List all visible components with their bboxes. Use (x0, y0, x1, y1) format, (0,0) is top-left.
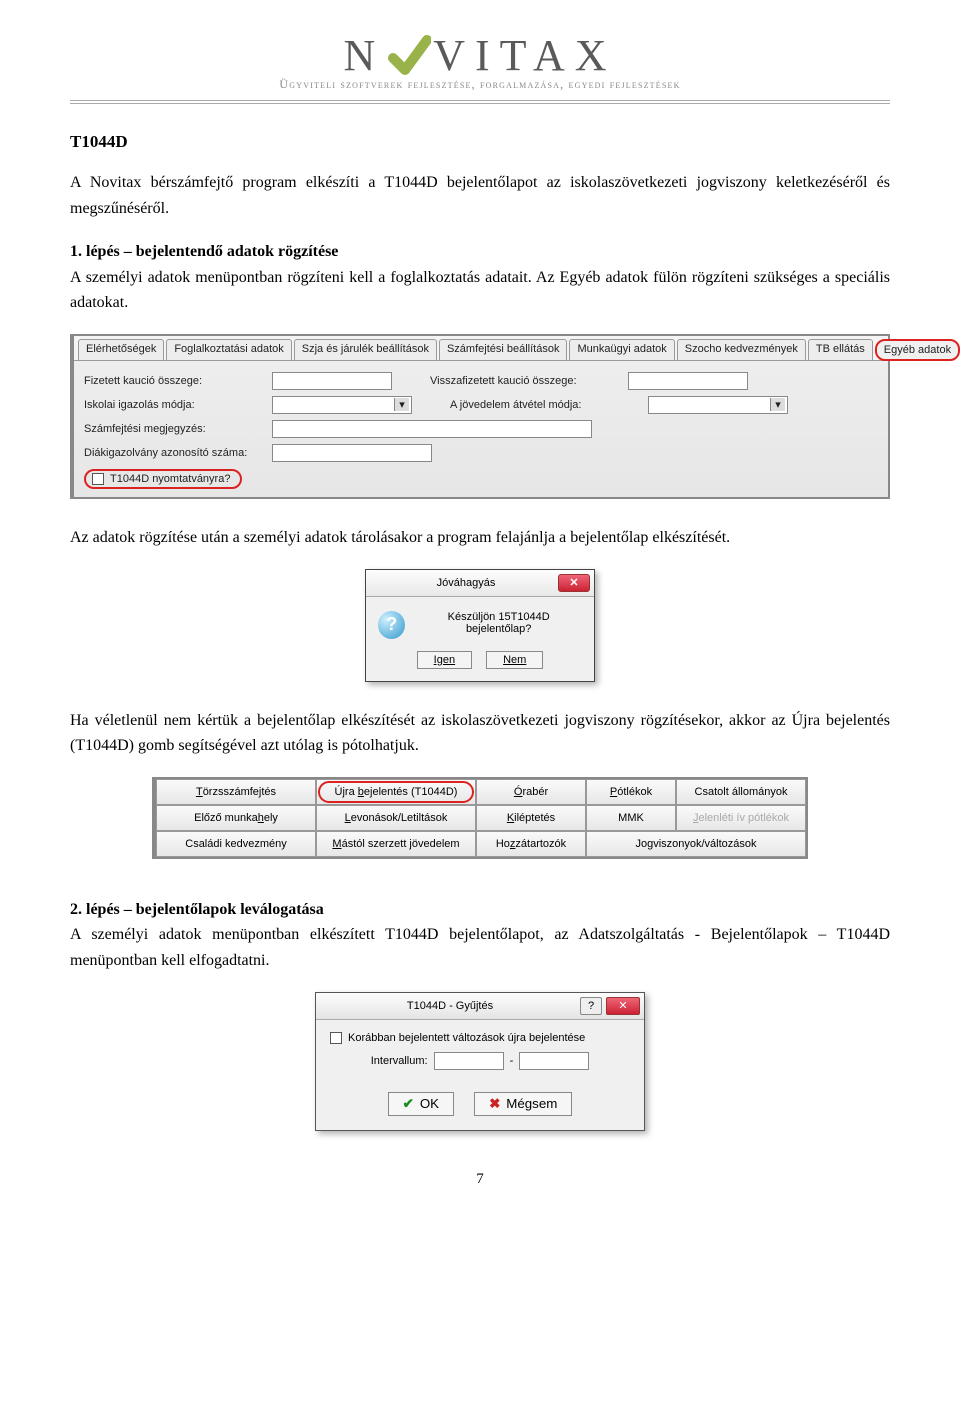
tab-panel-body: Fizetett kaució összege: Visszafizetett … (74, 361, 888, 497)
step-2: 2. lépés – bejelentőlapok leválogatása A… (70, 897, 890, 974)
btn-kileptetes[interactable]: Kiléptetés (476, 805, 586, 831)
label-diakigazolvany: Diákigazolvány azonosító száma: (84, 447, 264, 459)
brand-text-right: VITAX (433, 30, 616, 81)
interval-from-input[interactable] (434, 1052, 504, 1070)
btn-csaladi-kedvezmeny[interactable]: Családi kedvezmény (156, 831, 316, 857)
label-visszafizetett-kaucio: Visszafizetett kaució összege: (430, 375, 620, 387)
checkbox-korabban[interactable] (330, 1032, 342, 1044)
page-header: N VITAX Ügyviteli szoftverek fejlesztése… (70, 30, 890, 92)
interval-separator: - (510, 1055, 514, 1067)
interval-label: Intervallum: (371, 1055, 428, 1067)
step-1: 1. lépés – bejelentendő adatok rögzítése… (70, 239, 890, 316)
btn-mmk[interactable]: MMK (586, 805, 676, 831)
btn-oraber[interactable]: Órabér (476, 779, 586, 805)
btn-elozo-munkahely[interactable]: Előző munkahely (156, 805, 316, 831)
tab-strip: Elérhetőségek Foglalkoztatási adatok Szj… (74, 336, 888, 361)
paragraph-2: Az adatok rögzítése után a személyi adat… (70, 525, 890, 551)
question-icon: ? (378, 611, 405, 639)
header-rule (70, 100, 890, 104)
close-icon[interactable]: ✕ (558, 574, 590, 592)
brand-logo: N VITAX (343, 30, 616, 81)
step-1-title: 1. lépés – bejelentendő adatok rögzítése (70, 243, 338, 260)
check-icon: ✔ (403, 1096, 414, 1112)
ok-button[interactable]: ✔OK (388, 1092, 454, 1116)
checkmark-icon (387, 34, 431, 78)
section-heading: T1044D (70, 132, 890, 152)
tab-munkaugyi[interactable]: Munkaügyi adatok (569, 339, 674, 360)
button-grid: Törzsszámfejtés Újra bejelentés (T1044D)… (152, 777, 808, 859)
label-iskolai-igazolas: Iskolai igazolás módja: (84, 399, 264, 411)
tab-szamfejtesi[interactable]: Számfejtési beállítások (439, 339, 568, 360)
screenshot-tab-panel: Elérhetőségek Foglalkoztatási adatok Szj… (70, 334, 890, 499)
btn-csatolt-allomanyok[interactable]: Csatolt állományok (676, 779, 806, 805)
close-icon[interactable]: ✕ (606, 997, 640, 1015)
combo-iskolai-igazolas[interactable] (272, 396, 412, 414)
brand-text-left: N (343, 30, 385, 81)
interval-to-input[interactable] (519, 1052, 589, 1070)
dialog2-titlebar: T1044D - Gyűjtés ? ✕ (316, 993, 644, 1020)
checkbox-korabban-label: Korábban bejelentett változások újra bej… (348, 1032, 585, 1044)
step-1-text: A személyi adatok menüpontban rögzíteni … (70, 269, 890, 312)
btn-mastol-szerzett[interactable]: Mástól szerzett jövedelem (316, 831, 476, 857)
cancel-button[interactable]: ✖Mégsem (474, 1092, 572, 1116)
btn-hozzatartozok[interactable]: Hozzátartozók (476, 831, 586, 857)
tab-elerhetosegek[interactable]: Elérhetőségek (78, 339, 164, 360)
paragraph-3: Ha véletlenül nem kértük a bejelentőlap … (70, 708, 890, 759)
x-icon: ✖ (489, 1096, 500, 1112)
dialog-gyujtes: T1044D - Gyűjtés ? ✕ Korábban bejelentet… (315, 992, 645, 1131)
input-fizetett-kaucio[interactable] (272, 372, 392, 390)
checkbox-korabban-wrap[interactable]: Korábban bejelentett változások újra bej… (330, 1032, 630, 1044)
dialog-titlebar: Jóváhagyás ✕ (366, 570, 594, 597)
combo-jovedelem-atvetel[interactable] (648, 396, 788, 414)
label-fizetett-kaucio: Fizetett kaució összege: (84, 375, 264, 387)
checkbox-t1044d-label: T1044D nyomtatványra? (110, 473, 230, 485)
tab-szocho[interactable]: Szocho kedvezmények (677, 339, 806, 360)
btn-potlekok[interactable]: Pótlékok (586, 779, 676, 805)
checkbox-t1044d-wrap[interactable]: T1044D nyomtatványra? (84, 469, 242, 489)
tab-szja[interactable]: Szja és járulék beállítások (294, 339, 437, 360)
yes-button[interactable]: Igen (417, 651, 472, 669)
no-button[interactable]: Nem (486, 651, 543, 669)
brand-tagline: Ügyviteli szoftverek fejlesztése, forgal… (70, 77, 890, 92)
input-szamfejtesi-megjegyzes[interactable] (272, 420, 592, 438)
dialog-title-text: Jóváhagyás (374, 577, 558, 589)
btn-ujra-bejelentes[interactable]: Újra bejelentés (T1044D) (316, 779, 476, 805)
step-2-title: 2. lépés – bejelentőlapok leválogatása (70, 901, 324, 918)
btn-torzsszamfejtes[interactable]: Törzsszámfejtés (156, 779, 316, 805)
input-diakigazolvany[interactable] (272, 444, 432, 462)
btn-levonasok[interactable]: Levonások/Letiltások (316, 805, 476, 831)
tab-tb[interactable]: TB ellátás (808, 339, 873, 360)
btn-jogviszonyok[interactable]: Jogviszonyok/változások (586, 831, 806, 857)
paragraph-1: A Novitax bérszámfejtő program elkészíti… (70, 170, 890, 221)
label-jovedelem-atvetel: A jövedelem átvétel módja: (450, 399, 640, 411)
step-2-text: A személyi adatok menüpontban elkészítet… (70, 926, 890, 969)
checkbox-t1044d[interactable] (92, 473, 104, 485)
tab-egyeb-adatok[interactable]: Egyéb adatok (875, 339, 960, 361)
dialog-message: Készüljön 15T1044D bejelentőlap? (415, 611, 582, 639)
dialog2-title-text: T1044D - Gyűjtés (324, 1000, 576, 1012)
help-icon[interactable]: ? (580, 997, 602, 1015)
btn-jelenleti-iv: Jelenléti ív pótlékok (676, 805, 806, 831)
dialog-jovahagyas: Jóváhagyás ✕ ? Készüljön 15T1044D bejele… (365, 569, 595, 682)
page-number: 7 (70, 1171, 890, 1188)
input-visszafizetett-kaucio[interactable] (628, 372, 748, 390)
tab-foglalkoztatasi[interactable]: Foglalkoztatási adatok (166, 339, 291, 360)
label-szamfejtesi-megjegyzes: Számfejtési megjegyzés: (84, 423, 264, 435)
